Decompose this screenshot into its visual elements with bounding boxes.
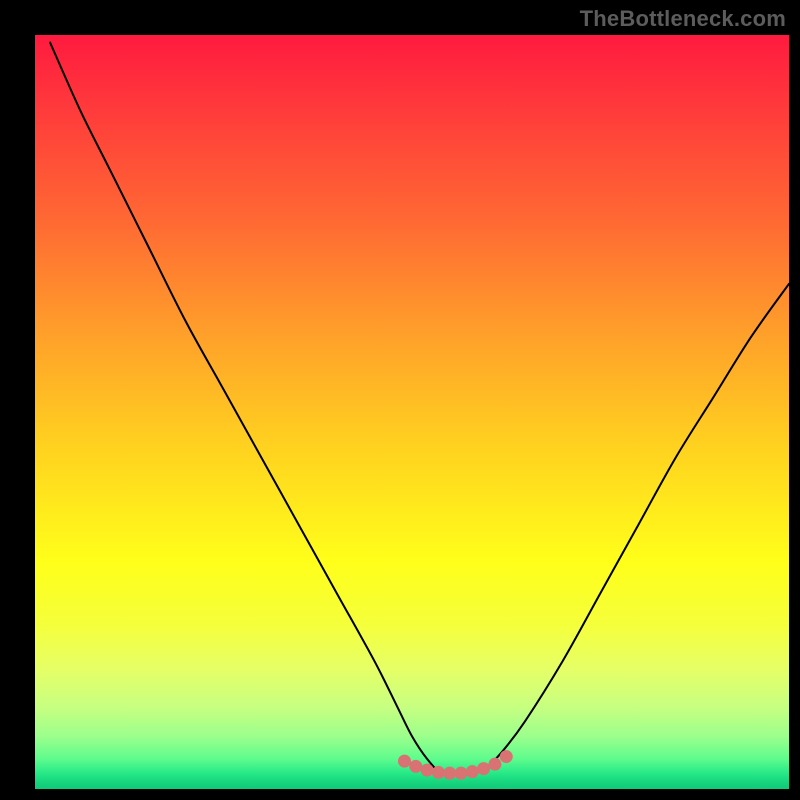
bottleneck-curve — [50, 43, 789, 775]
marker-dot — [409, 760, 422, 773]
plot-area — [35, 35, 789, 789]
marker-dot — [455, 767, 468, 780]
marker-dot — [398, 755, 411, 768]
marker-dot — [488, 758, 501, 771]
marker-dot — [432, 766, 445, 779]
watermark-text: TheBottleneck.com — [580, 6, 786, 32]
marker-dot — [466, 765, 479, 778]
curve-layer — [35, 35, 789, 789]
flat-region-markers — [398, 750, 513, 780]
chart-frame: TheBottleneck.com — [0, 0, 800, 800]
marker-dot — [443, 767, 456, 780]
marker-dot — [421, 764, 434, 777]
marker-dot — [500, 750, 513, 763]
marker-dot — [477, 762, 490, 775]
